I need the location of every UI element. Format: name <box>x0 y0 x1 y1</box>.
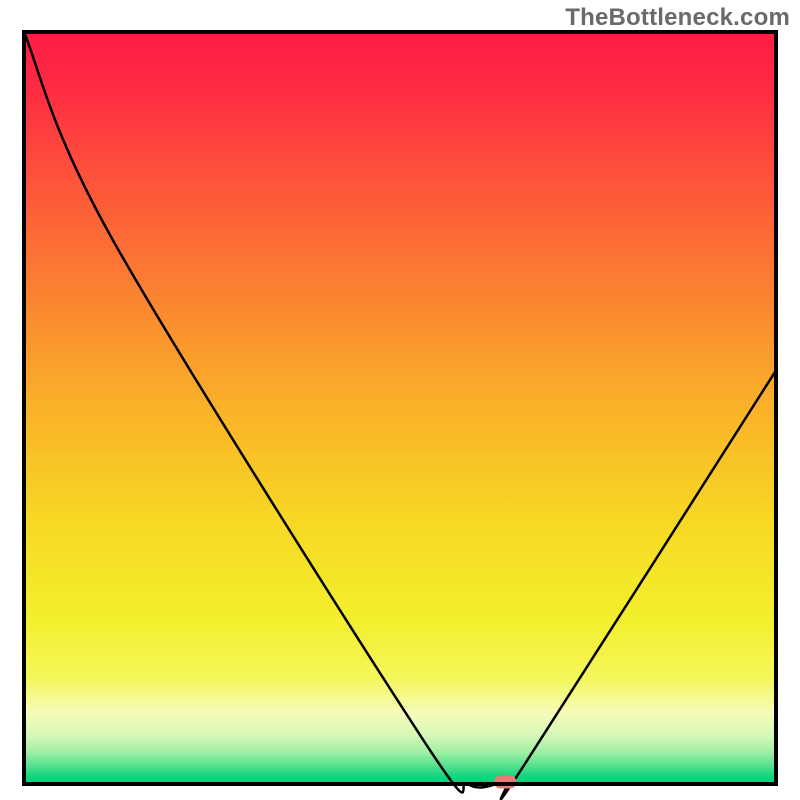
watermark-text: TheBottleneck.com <box>565 4 790 32</box>
plot-background <box>24 32 776 784</box>
chart-container: TheBottleneck.com <box>0 0 800 800</box>
bottleneck-chart <box>0 0 800 800</box>
